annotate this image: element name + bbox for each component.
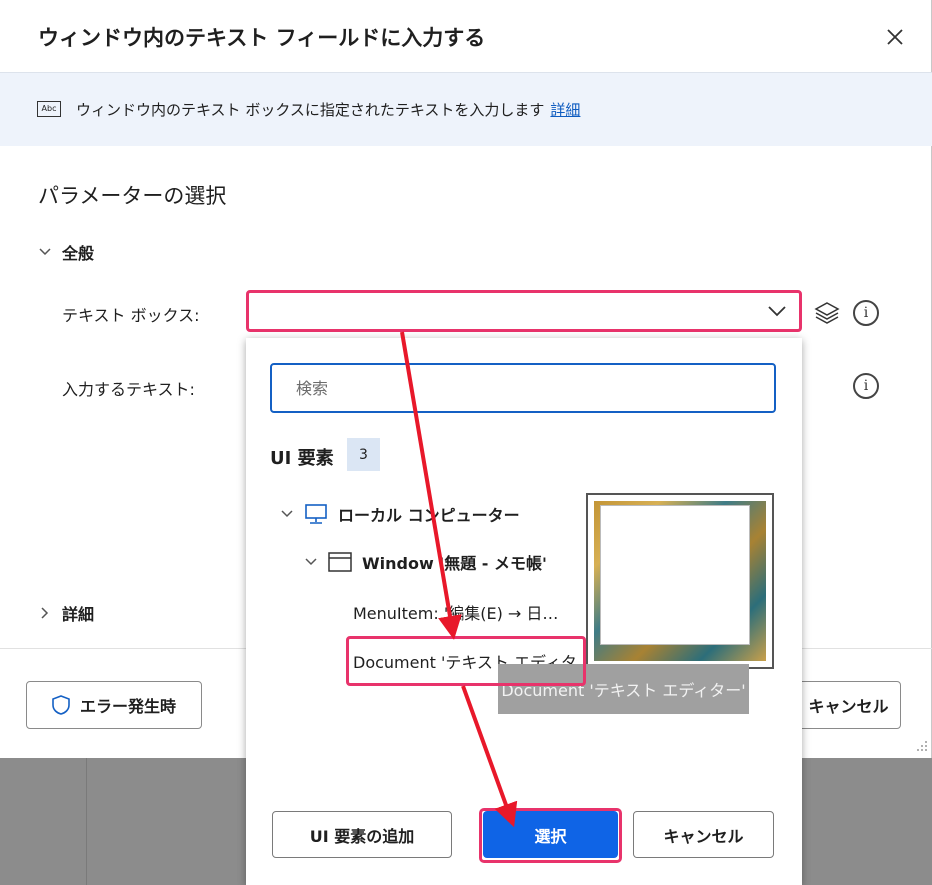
ui-element-picker: UI 要素 3 ローカル コンピューター Window '無題 - メモ帳' M… bbox=[246, 338, 802, 885]
textbox-dropdown[interactable] bbox=[246, 290, 802, 332]
element-preview-thumbnail bbox=[586, 493, 774, 669]
group-advanced-toggle[interactable]: 詳細 bbox=[38, 601, 94, 625]
on-error-label: エラー発生時 bbox=[79, 697, 176, 716]
info-bar: Abc ウィンドウ内のテキスト ボックスに指定されたテキストを入力します 詳細 bbox=[0, 72, 932, 146]
info-description: ウィンドウ内のテキスト ボックスに指定されたテキストを入力します 詳細 bbox=[76, 99, 580, 120]
window-icon bbox=[328, 552, 352, 572]
section-title: パラメーターの選択 bbox=[38, 184, 227, 208]
group-advanced-label: 詳細 bbox=[62, 605, 95, 624]
chevron-down-icon bbox=[39, 248, 51, 256]
close-button[interactable] bbox=[880, 22, 910, 52]
abc-icon: Abc bbox=[37, 101, 61, 117]
background-divider bbox=[86, 758, 87, 885]
shield-icon bbox=[52, 695, 70, 715]
chevron-down-icon bbox=[768, 306, 786, 317]
ui-elements-count-badge: 3 bbox=[347, 438, 380, 471]
picker-cancel-button[interactable]: キャンセル bbox=[633, 811, 774, 858]
textbox-label: テキスト ボックス: bbox=[62, 306, 200, 325]
preview-notepad bbox=[600, 505, 750, 645]
search-input[interactable] bbox=[270, 363, 776, 413]
text-to-enter-label: 入力するテキスト: bbox=[62, 380, 195, 399]
details-link[interactable]: 詳細 bbox=[550, 101, 580, 119]
tree-item-window[interactable]: Window '無題 - メモ帳' bbox=[304, 550, 547, 574]
tree-item-window-label: Window '無題 - メモ帳' bbox=[362, 554, 547, 573]
tree-item-computer[interactable]: ローカル コンピューター bbox=[280, 502, 520, 526]
document-highlight-box bbox=[346, 636, 586, 686]
group-general-label: 全般 bbox=[62, 244, 95, 263]
info-text: ウィンドウ内のテキスト ボックスに指定されたテキストを入力します bbox=[76, 101, 545, 119]
info-icon[interactable]: i bbox=[853, 373, 879, 399]
chevron-right-icon bbox=[41, 607, 49, 619]
tree-item-menuitem[interactable]: MenuItem: '編集(E) → 日… bbox=[353, 600, 558, 624]
add-ui-element-button[interactable]: UI 要素の追加 bbox=[272, 811, 452, 858]
close-icon bbox=[887, 29, 903, 45]
resize-grip-icon[interactable] bbox=[912, 738, 928, 754]
group-general-toggle[interactable]: 全般 bbox=[38, 240, 94, 264]
select-highlight-box bbox=[479, 808, 622, 863]
tree-item-menuitem-label: MenuItem: '編集(E) → 日… bbox=[353, 604, 559, 623]
chevron-down-icon bbox=[305, 558, 317, 566]
chevron-down-icon bbox=[281, 510, 293, 518]
ui-elements-title: UI 要素 bbox=[270, 448, 334, 469]
layers-icon[interactable] bbox=[814, 300, 840, 326]
computer-icon bbox=[305, 504, 327, 524]
on-error-button[interactable]: エラー発生時 bbox=[26, 681, 202, 729]
info-icon[interactable]: i bbox=[853, 300, 879, 326]
dialog-title: ウィンドウ内のテキスト フィールドに入力する bbox=[38, 26, 486, 50]
tree-item-computer-label: ローカル コンピューター bbox=[338, 506, 520, 525]
